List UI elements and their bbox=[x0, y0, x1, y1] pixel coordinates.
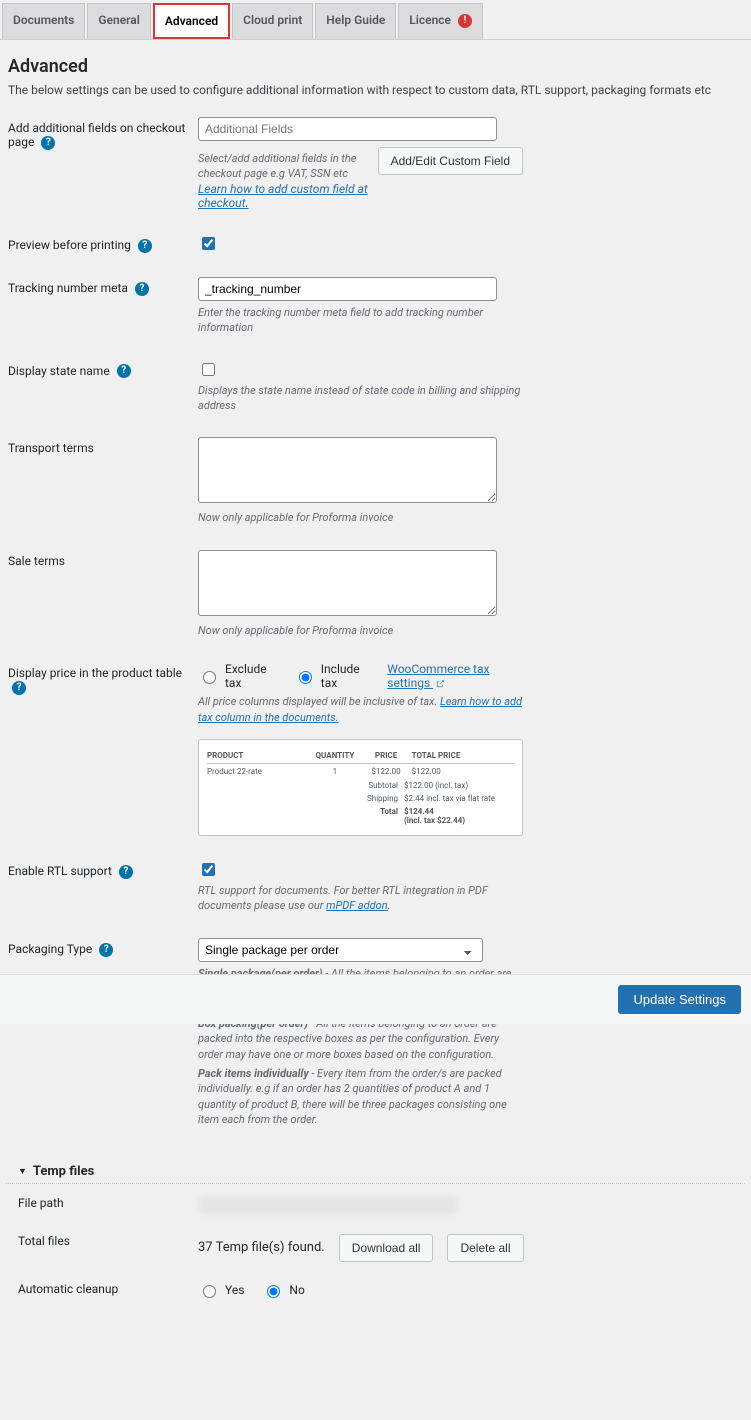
transport-textarea[interactable] bbox=[198, 437, 497, 503]
tabs-bar: Documents General Advanced Cloud print H… bbox=[0, 0, 751, 40]
state-label: Display state name bbox=[8, 364, 110, 378]
help-icon[interactable]: ? bbox=[135, 282, 149, 296]
sum-total-v: $124.44 bbox=[404, 807, 434, 816]
add-edit-custom-field-button[interactable]: Add/Edit Custom Field bbox=[378, 147, 523, 175]
temp-count: 37 Temp file(s) found. bbox=[198, 1240, 325, 1255]
no-label: No bbox=[289, 1283, 304, 1297]
exclude-tax-label: Exclude tax bbox=[225, 662, 276, 690]
sum-total-v2: (incl. tax $22.44) bbox=[404, 816, 465, 825]
help-icon[interactable]: ? bbox=[138, 239, 152, 253]
tab-licence-label: Licence bbox=[409, 13, 451, 27]
packaging-desc-3: Pack items individually - Every item fro… bbox=[198, 1066, 523, 1128]
price-preview-table: PRODUCT QUANTITY PRICE TOTAL PRICE Produ… bbox=[198, 739, 523, 836]
cell-product: Product 22-rate bbox=[207, 767, 309, 776]
tab-cloud-print[interactable]: Cloud print bbox=[232, 3, 313, 39]
tab-advanced[interactable]: Advanced bbox=[153, 3, 230, 39]
additional-fields-input[interactable] bbox=[198, 117, 497, 141]
alert-icon: ! bbox=[458, 14, 472, 28]
exclude-tax-radio[interactable] bbox=[203, 671, 216, 684]
col-total: TOTAL PRICE bbox=[412, 751, 514, 760]
temp-title: Temp files bbox=[33, 1164, 94, 1179]
tab-general[interactable]: General bbox=[87, 3, 150, 39]
rtl-checkbox[interactable] bbox=[202, 863, 215, 876]
temp-files-header[interactable]: ▼ Temp files bbox=[6, 1156, 745, 1184]
help-icon[interactable]: ? bbox=[12, 681, 26, 695]
tab-licence[interactable]: Licence ! bbox=[398, 3, 483, 39]
tracking-hint: Enter the tracking number meta field to … bbox=[198, 305, 523, 336]
update-settings-button[interactable]: Update Settings bbox=[618, 985, 741, 1014]
preview-label: Preview before printing bbox=[8, 238, 131, 252]
rtl-label: Enable RTL support bbox=[8, 864, 112, 878]
include-tax-radio[interactable] bbox=[299, 671, 312, 684]
tracking-input[interactable] bbox=[198, 277, 497, 301]
sum-shipping-l: Shipping bbox=[338, 794, 398, 803]
help-icon[interactable]: ? bbox=[119, 865, 133, 879]
packaging-select[interactable]: Single package per order bbox=[198, 938, 483, 962]
woocommerce-tax-link[interactable]: WooCommerce tax settings bbox=[387, 662, 523, 690]
help-icon[interactable]: ? bbox=[99, 943, 113, 957]
sale-textarea[interactable] bbox=[198, 550, 497, 616]
add-fields-hint: Select/add additional fields in the chec… bbox=[198, 151, 368, 182]
chevron-down-icon: ▼ bbox=[18, 1166, 27, 1177]
sum-shipping-v: $2.44 incl. tax via flat rate bbox=[404, 794, 514, 803]
rtl-hint: RTL support for documents. For better RT… bbox=[198, 883, 523, 914]
sum-total-l: Total bbox=[338, 807, 398, 825]
download-all-button[interactable]: Download all bbox=[339, 1234, 434, 1262]
transport-label: Transport terms bbox=[8, 441, 94, 455]
tab-help-guide[interactable]: Help Guide bbox=[315, 3, 396, 39]
col-quantity: QUANTITY bbox=[309, 751, 360, 760]
price-display-label: Display price in the product table bbox=[8, 666, 182, 680]
total-files-label: Total files bbox=[18, 1234, 198, 1262]
sum-subtotal-v: $122.00 (incl. tax) bbox=[404, 781, 514, 790]
sale-hint: Now only applicable for Proforma invoice bbox=[198, 623, 523, 638]
auto-cleanup-no[interactable] bbox=[267, 1285, 280, 1298]
preview-checkbox[interactable] bbox=[202, 237, 215, 250]
price-display-hint: All price columns displayed will be incl… bbox=[198, 694, 523, 725]
transport-hint: Now only applicable for Proforma invoice bbox=[198, 510, 523, 525]
add-fields-label: Add additional fields on checkout page bbox=[8, 121, 185, 149]
tracking-label: Tracking number meta bbox=[8, 281, 128, 295]
external-link-icon bbox=[435, 679, 445, 689]
packaging-label: Packaging Type bbox=[8, 942, 92, 956]
footer-bar: Update Settings bbox=[0, 974, 751, 1024]
help-icon[interactable]: ? bbox=[41, 136, 55, 150]
page-description: The below settings can be used to config… bbox=[8, 83, 751, 97]
sum-subtotal-l: Subtotal bbox=[338, 781, 398, 790]
cell-price: $122.00 bbox=[361, 767, 412, 776]
learn-custom-field-link[interactable]: Learn how to add custom field at checkou… bbox=[198, 182, 368, 210]
include-tax-label: Include tax bbox=[321, 662, 369, 690]
col-product: PRODUCT bbox=[207, 751, 309, 760]
tab-documents[interactable]: Documents bbox=[2, 3, 85, 39]
yes-label: Yes bbox=[225, 1283, 244, 1297]
help-icon[interactable]: ? bbox=[117, 364, 131, 378]
sale-label: Sale terms bbox=[8, 554, 65, 568]
state-checkbox[interactable] bbox=[202, 363, 215, 376]
file-path-value bbox=[198, 1196, 458, 1214]
auto-cleanup-yes[interactable] bbox=[203, 1285, 216, 1298]
col-price: PRICE bbox=[361, 751, 412, 760]
auto-cleanup-label: Automatic cleanup bbox=[18, 1282, 198, 1298]
cell-total: $122.00 bbox=[412, 767, 514, 776]
page-title: Advanced bbox=[8, 56, 751, 77]
mpdf-addon-link[interactable]: mPDF addon bbox=[326, 899, 388, 912]
cell-qty: 1 bbox=[309, 767, 360, 776]
file-path-label: File path bbox=[18, 1196, 198, 1214]
delete-all-button[interactable]: Delete all bbox=[447, 1234, 523, 1262]
state-hint: Displays the state name instead of state… bbox=[198, 383, 523, 414]
rtl-hint-b: . bbox=[388, 899, 391, 912]
price-hint-text: All price columns displayed will be incl… bbox=[198, 695, 440, 708]
